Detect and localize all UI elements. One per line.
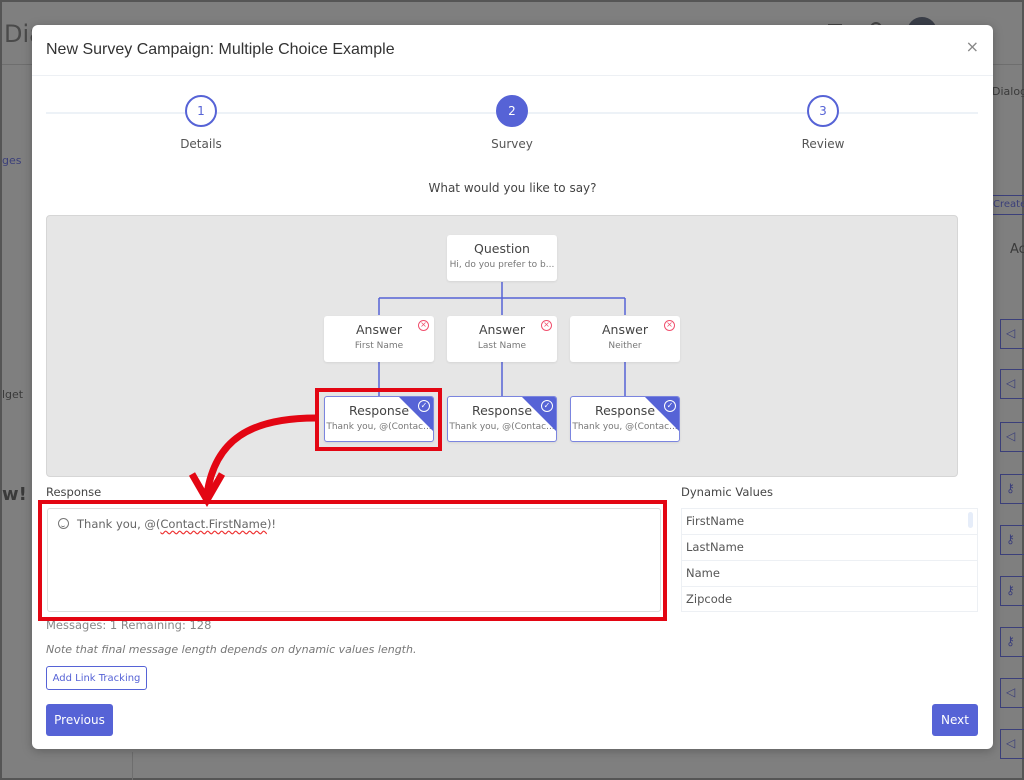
bg-heading: w! — [2, 484, 27, 505]
check-circle-icon: ✓ — [541, 400, 553, 412]
response-node[interactable]: ✓ Response Thank you, @(Contac... — [570, 396, 680, 442]
survey-prompt: What would you like to say? — [428, 181, 597, 195]
scrollbar-thumb[interactable] — [968, 512, 973, 528]
dynamic-value-item[interactable]: FirstName — [682, 509, 977, 535]
dynamic-value-item[interactable]: Name — [682, 561, 977, 587]
bg-row-action: ◁ — [1000, 319, 1024, 349]
remove-answer-icon[interactable]: × — [664, 320, 675, 331]
response-node[interactable]: ✓ Response Thank you, @(Contac... — [447, 396, 557, 442]
step-details[interactable]: 1 Details — [151, 95, 251, 151]
key-icon: ⚷ — [1006, 532, 1015, 546]
bg-sidebar-item: ges — [2, 154, 22, 167]
modal-title: New Survey Campaign: Multiple Choice Exa… — [46, 41, 395, 58]
step-review[interactable]: 3 Review — [773, 95, 873, 151]
node-subtitle: Neither — [608, 341, 642, 351]
wizard-stepper: 1 Details 2 Survey 3 Review — [46, 95, 978, 155]
annotation-highlight-textarea — [38, 500, 667, 621]
dynamic-values-label: Dynamic Values — [681, 485, 773, 499]
bg-column-header: Ac — [1010, 242, 1024, 257]
bg-row-action: ⚷ — [1000, 474, 1024, 504]
step-survey[interactable]: 2 Survey — [462, 95, 562, 151]
bg-row-action: ◁ — [1000, 678, 1024, 708]
answer-node[interactable]: Answer Last Name × — [447, 316, 557, 362]
bg-row-action: ⚷ — [1000, 627, 1024, 657]
bg-row-action: ⚷ — [1000, 576, 1024, 606]
send-icon: ◁ — [1006, 429, 1016, 443]
check-circle-icon: ✓ — [664, 400, 676, 412]
dynamic-value-item[interactable]: LastName — [682, 535, 977, 561]
bg-row-action: ⚷ — [1000, 525, 1024, 555]
survey-tree-canvas: Question Hi, do you prefer to b... Answe… — [46, 215, 958, 477]
send-icon: ◁ — [1006, 376, 1016, 390]
node-subtitle: Last Name — [477, 341, 527, 351]
dynamic-values-list[interactable]: FirstName LastName Name Zipcode — [681, 508, 978, 612]
next-button[interactable]: Next — [932, 704, 978, 736]
key-icon: ⚷ — [1006, 481, 1015, 495]
node-subtitle: Hi, do you prefer to b... — [449, 260, 555, 270]
question-node[interactable]: Question Hi, do you prefer to b... — [447, 235, 557, 281]
modal-header: New Survey Campaign: Multiple Choice Exa… — [32, 25, 993, 76]
send-icon: ◁ — [1006, 326, 1016, 340]
answer-node[interactable]: Answer First Name × — [324, 316, 434, 362]
add-link-tracking-button[interactable]: Add Link Tracking — [46, 666, 147, 690]
key-icon: ⚷ — [1006, 583, 1015, 597]
send-icon: ◁ — [1006, 736, 1016, 750]
bg-tab-label: Dialog — [992, 85, 1024, 98]
remove-answer-icon[interactable]: × — [418, 320, 429, 331]
bg-table-edge — [132, 752, 1002, 780]
step-label: Details — [180, 137, 222, 151]
length-note: Note that final message length depends o… — [46, 643, 417, 656]
step-number: 2 — [496, 95, 528, 127]
step-label: Review — [801, 137, 845, 151]
response-label: Response — [46, 485, 102, 499]
step-number: 1 — [185, 95, 217, 127]
bg-sidebar-item: lget — [2, 388, 24, 401]
answer-node[interactable]: Answer Neither × — [570, 316, 680, 362]
previous-button[interactable]: Previous — [46, 704, 113, 736]
dynamic-value-item[interactable]: Zipcode — [682, 587, 977, 611]
close-icon[interactable]: × — [966, 39, 979, 55]
survey-campaign-modal: New Survey Campaign: Multiple Choice Exa… — [32, 25, 993, 749]
step-label: Survey — [491, 137, 533, 151]
node-title: Question — [474, 241, 530, 256]
node-subtitle: First Name — [354, 341, 404, 351]
bg-row-action: ◁ — [1000, 422, 1024, 452]
bg-create-button: Create — [992, 195, 1024, 215]
send-icon: ◁ — [1006, 685, 1016, 699]
annotation-highlight-node — [315, 388, 442, 451]
bg-row-action: ◁ — [1000, 369, 1024, 399]
key-icon: ⚷ — [1006, 634, 1015, 648]
remove-answer-icon[interactable]: × — [541, 320, 552, 331]
step-number: 3 — [807, 95, 839, 127]
bg-row-action: ◁ — [1000, 729, 1024, 759]
